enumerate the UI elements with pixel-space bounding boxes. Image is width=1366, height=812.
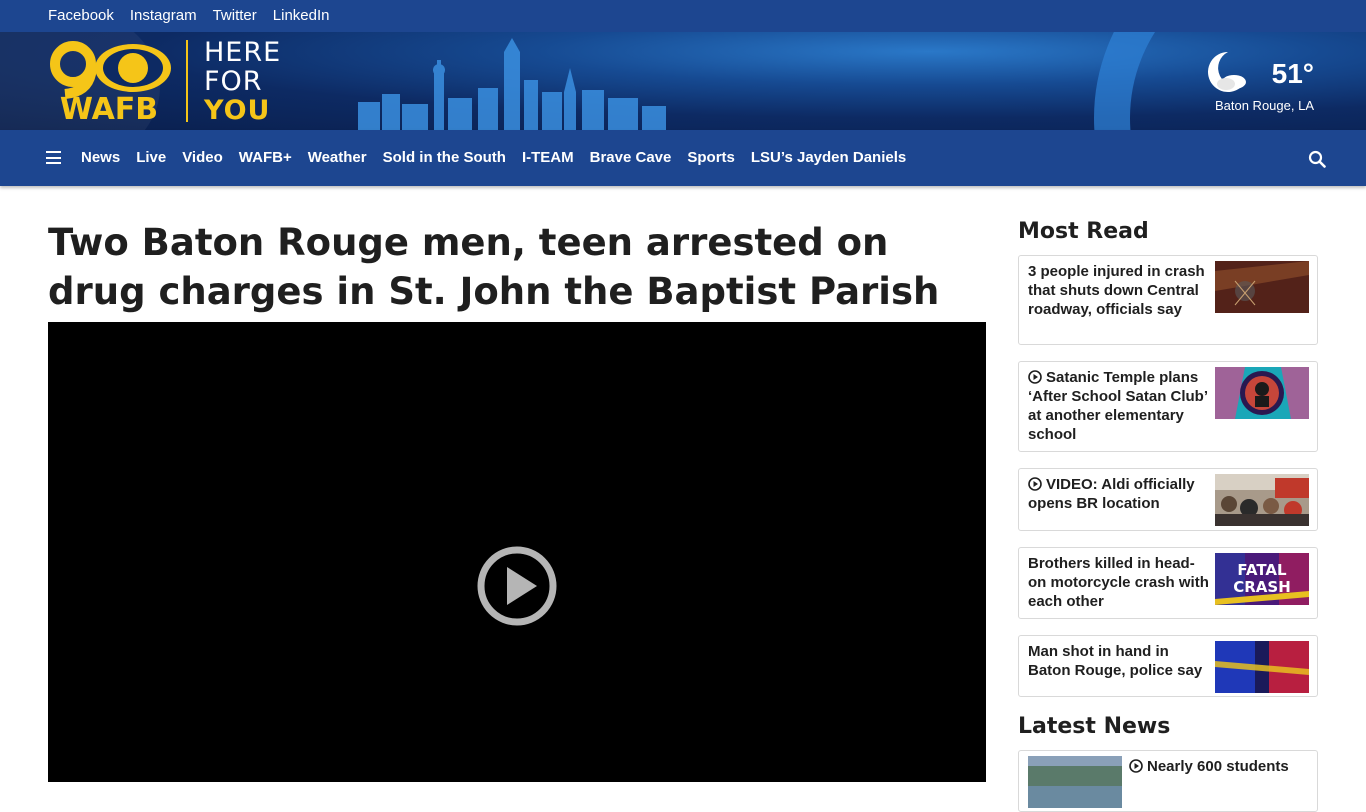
tagline-line: HERE [204,37,282,68]
most-read-headline: Brothers killed in head-on motorcycle cr… [1028,555,1209,610]
play-icon [1028,477,1042,491]
satan-club-logo-thumbnail [1215,367,1309,419]
nav-news[interactable]: News [81,149,120,166]
linkedin-link[interactable]: LinkedIn [273,7,330,24]
nav-sports[interactable]: Sports [687,149,735,166]
nav-i-team[interactable]: I-TEAM [522,149,574,166]
thumb-text-fatal: FATAL [1237,561,1287,579]
nav-weather[interactable]: Weather [308,149,367,166]
most-read-item[interactable]: Man shot in hand in Baton Rouge, police … [1018,635,1318,697]
most-read-title: Most Read [1018,219,1149,244]
most-read-item[interactable]: Satanic Temple plans ‘After School Satan… [1018,361,1318,452]
play-icon [1028,370,1042,384]
city-skyline-graphic [358,38,666,130]
twitter-link[interactable]: Twitter [213,7,257,24]
instagram-link[interactable]: Instagram [130,7,197,24]
facebook-link[interactable]: Facebook [48,7,114,24]
crash-debris-thumbnail [1215,261,1309,313]
play-icon [1129,759,1143,773]
hamburger-icon[interactable] [46,151,61,164]
weather-widget[interactable]: 51° Baton Rouge, LA [1204,46,1314,116]
most-read-item[interactable]: VIDEO: Aldi officially opens BR location [1018,468,1318,531]
most-read-headline: Man shot in hand in Baton Rouge, police … [1028,643,1203,679]
latest-news-headline-text: Nearly 600 students [1147,758,1289,775]
tagline: HERE FOR YOU [204,38,281,125]
temperature: 51° [1271,58,1314,89]
tagline-line: FOR [204,66,263,97]
nav-wafb-plus[interactable]: WAFB+ [239,149,292,166]
social-bar: Facebook Instagram Twitter LinkedIn [0,0,1366,32]
play-icon[interactable] [476,545,558,627]
most-read-item[interactable]: Brothers killed in head-on motorcycle cr… [1018,547,1318,619]
search-icon[interactable] [1308,150,1326,168]
nav-brave-cave[interactable]: Brave Cave [590,149,672,166]
most-read-headline: VIDEO: Aldi officially opens BR location [1028,475,1210,513]
video-player[interactable] [48,322,986,782]
latest-news-title: Latest News [1018,714,1171,739]
most-read-headline: Satanic Temple plans ‘After School Satan… [1028,368,1210,444]
police-tape-thumbnail [1215,641,1309,693]
logo-divider [186,40,188,122]
latest-news-item[interactable]: Nearly 600 students [1018,750,1318,812]
nav-sold-in-the-south[interactable]: Sold in the South [383,149,506,166]
weather-location: Baton Rouge, LA [1214,98,1314,113]
logo-text: WAFB [60,92,158,122]
tagline-line: YOU [204,95,271,126]
article-headline: Two Baton Rouge men, teen arrested on dr… [48,221,940,313]
latest-news-thumbnail [1028,756,1122,808]
most-read-item[interactable]: 3 people injured in crash that shuts dow… [1018,255,1318,345]
fatal-crash-graphic-thumbnail: FATAL CRASH [1215,553,1309,605]
thumb-text-crash: CRASH [1233,578,1291,596]
brand-header: WAFB HERE FOR YOU 51° Baton Rouge, LA [0,32,1366,130]
wafb-logo[interactable]: WAFB [47,40,172,127]
most-read-headline: 3 people injured in crash that shuts dow… [1028,263,1205,318]
nav-live[interactable]: Live [136,149,166,166]
most-read-headline-text: VIDEO: Aldi officially opens BR location [1028,476,1195,512]
nav-lsu-jayden-daniels[interactable]: LSU’s Jayden Daniels [751,149,906,166]
store-crowd-thumbnail [1215,474,1309,526]
most-read-headline-text: Satanic Temple plans ‘After School Satan… [1028,369,1208,443]
moon-cloud-icon [1208,52,1246,92]
nav-video[interactable]: Video [182,149,223,166]
latest-news-headline: Nearly 600 students [1129,757,1311,776]
main-nav: News Live Video WAFB+ Weather Sold in th… [0,130,1366,186]
